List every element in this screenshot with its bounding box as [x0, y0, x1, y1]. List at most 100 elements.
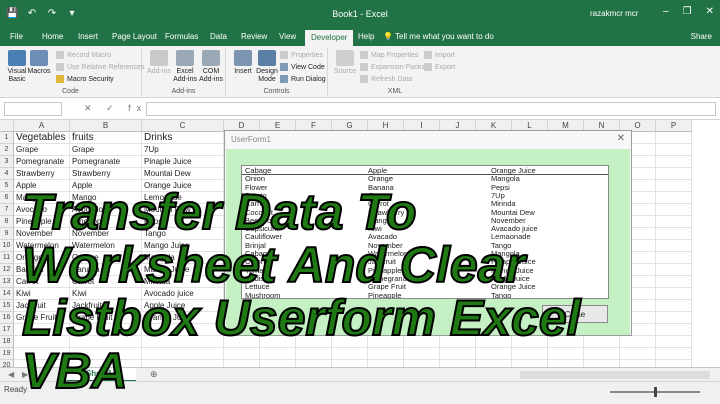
cell[interactable] [476, 348, 512, 360]
cell[interactable] [656, 204, 692, 216]
cell[interactable] [368, 360, 404, 367]
header-cell[interactable]: Vegetables [14, 132, 70, 144]
row-header[interactable]: 7 [0, 204, 14, 216]
cell[interactable] [332, 336, 368, 348]
macro-security-button[interactable]: Macro Security [56, 75, 114, 83]
cell[interactable] [656, 252, 692, 264]
cell[interactable]: Orange Juice [142, 312, 224, 324]
cell[interactable] [584, 336, 620, 348]
cell[interactable] [512, 360, 548, 367]
add-sheet-icon[interactable]: ⊕ [150, 369, 158, 380]
cell[interactable] [620, 348, 656, 360]
cell[interactable]: Pinaple Juice [142, 156, 224, 168]
tab-developer[interactable]: Developer [305, 30, 354, 46]
run-dialog-button[interactable]: Run Dialog [280, 75, 326, 83]
cell[interactable]: Mountai Dew [142, 204, 224, 216]
cell[interactable]: Apple Juice [142, 300, 224, 312]
column-header[interactable]: C [142, 120, 224, 132]
cell[interactable] [656, 324, 692, 336]
share-button[interactable]: Share [691, 32, 712, 41]
cell[interactable] [512, 348, 548, 360]
cell[interactable] [656, 348, 692, 360]
header-cell[interactable]: Drinks [142, 132, 224, 144]
cell[interactable]: Tango [142, 228, 224, 240]
cell[interactable] [142, 348, 224, 360]
cell[interactable] [332, 360, 368, 367]
row-header[interactable]: 11 [0, 252, 14, 264]
cell[interactable] [332, 348, 368, 360]
cell[interactable] [224, 360, 260, 367]
cell[interactable] [656, 240, 692, 252]
cell[interactable] [656, 336, 692, 348]
cell[interactable] [70, 324, 142, 336]
formula-controls[interactable]: ✕ ✓ fx [84, 103, 147, 114]
cell[interactable] [260, 336, 296, 348]
cell[interactable]: Carrot [70, 276, 142, 288]
cell[interactable]: Grape Fruit [14, 312, 70, 324]
cell[interactable]: Pomegranate [70, 156, 142, 168]
header-cell[interactable]: fruits [70, 132, 142, 144]
close-button[interactable]: ✕ [706, 6, 714, 17]
cell[interactable] [656, 216, 692, 228]
row-header[interactable]: 8 [0, 216, 14, 228]
row-header[interactable]: 4 [0, 168, 14, 180]
cell[interactable]: Kiwi [70, 288, 142, 300]
listbox-row[interactable]: Mushroom Pineapple Tango [242, 291, 608, 299]
cell[interactable] [476, 360, 512, 367]
row-header[interactable]: 15 [0, 300, 14, 312]
record-macro-button[interactable]: Record Macro [56, 51, 111, 59]
minimize-button[interactable]: – [663, 6, 669, 17]
cell[interactable]: Orange [70, 252, 142, 264]
cell[interactable] [142, 336, 224, 348]
row-header[interactable]: 18 [0, 336, 14, 348]
cell[interactable]: Mango [14, 192, 70, 204]
row-header[interactable]: 12 [0, 264, 14, 276]
cell[interactable]: Pineapple [70, 216, 142, 228]
cell[interactable]: Avocado [70, 204, 142, 216]
row-header[interactable]: 16 [0, 312, 14, 324]
cell[interactable]: Strawberry [70, 168, 142, 180]
user-name[interactable]: razakmcr mcr [590, 9, 638, 18]
cell[interactable]: Avocado juice [142, 288, 224, 300]
row-header[interactable]: 2 [0, 144, 14, 156]
cell[interactable] [440, 360, 476, 367]
macros-button[interactable]: Macros [24, 50, 54, 76]
cell[interactable]: Grape Fruit [70, 312, 142, 324]
cell[interactable]: Watermelon [14, 240, 70, 252]
cell[interactable]: Mango [70, 192, 142, 204]
cell[interactable] [440, 336, 476, 348]
tab-home[interactable]: Home [42, 32, 63, 41]
tell-me-search[interactable]: 💡 Tell me what you want to do [383, 32, 494, 41]
cell[interactable]: Mirinda [142, 276, 224, 288]
row-header[interactable]: 6 [0, 192, 14, 204]
row-header[interactable]: 5 [0, 180, 14, 192]
cell[interactable] [142, 360, 224, 367]
cell[interactable] [404, 336, 440, 348]
listbox[interactable]: Cabage Apple Orange Juice Onion Orange Mangol… [241, 165, 609, 299]
properties-button[interactable]: Properties [280, 51, 323, 59]
cell[interactable] [440, 348, 476, 360]
cell[interactable] [656, 192, 692, 204]
row-header[interactable]: 3 [0, 156, 14, 168]
cell[interactable] [656, 180, 692, 192]
tab-file[interactable]: File [10, 32, 23, 41]
sheet-prev-icon[interactable]: ◀ [8, 370, 14, 379]
userform-close-icon[interactable]: ✕ [617, 133, 625, 144]
cell[interactable] [656, 264, 692, 276]
sheet-next-icon[interactable]: ▶ [22, 370, 28, 379]
sheet-tab-sheet1[interactable]: Sheet1 [62, 368, 136, 382]
cell[interactable] [224, 336, 260, 348]
export-button[interactable]: Export [424, 63, 455, 71]
cell[interactable]: Kiwi [14, 288, 70, 300]
cell[interactable]: Mountai Dew [142, 168, 224, 180]
cell[interactable] [656, 168, 692, 180]
cell[interactable]: 7Up [142, 144, 224, 156]
cell[interactable] [70, 336, 142, 348]
cell[interactable] [548, 348, 584, 360]
cell[interactable]: Apple [70, 180, 142, 192]
row-header[interactable]: 10 [0, 240, 14, 252]
cell[interactable] [476, 336, 512, 348]
cell[interactable]: Banana [70, 264, 142, 276]
refresh-data-button[interactable]: Refresh Data [360, 75, 412, 83]
cell[interactable]: Carrot [14, 276, 70, 288]
